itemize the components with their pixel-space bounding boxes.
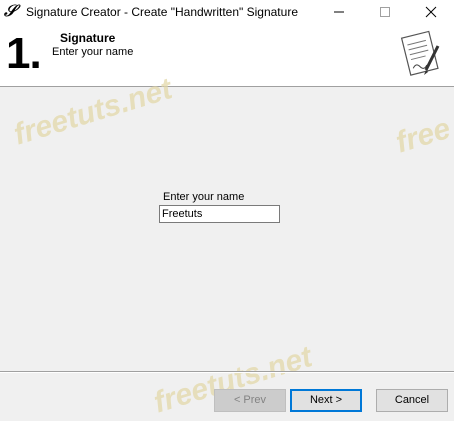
name-label: Enter your name bbox=[163, 191, 245, 203]
step-number: 1. bbox=[6, 29, 42, 78]
prev-button[interactable]: < Prev bbox=[214, 389, 286, 412]
close-button[interactable] bbox=[408, 0, 454, 24]
wizard-header: 1. Signature Enter your name bbox=[0, 24, 454, 87]
next-button[interactable]: Next > bbox=[290, 389, 362, 412]
minimize-button[interactable] bbox=[316, 0, 362, 24]
app-icon: 𝒮 bbox=[4, 1, 17, 20]
minimize-icon bbox=[334, 11, 344, 13]
step-title: Signature bbox=[60, 31, 116, 45]
close-icon bbox=[425, 6, 437, 18]
name-input[interactable] bbox=[159, 205, 280, 223]
maximize-icon bbox=[380, 7, 390, 17]
document-pen-icon bbox=[400, 30, 440, 76]
window-title: Signature Creator - Create "Handwritten"… bbox=[26, 5, 298, 19]
footer-divider bbox=[0, 371, 454, 373]
watermark-text: free bbox=[392, 111, 454, 160]
cancel-button[interactable]: Cancel bbox=[376, 389, 448, 412]
maximize-button[interactable] bbox=[362, 0, 408, 24]
step-subtitle: Enter your name bbox=[52, 46, 134, 58]
title-bar: 𝒮 Signature Creator - Create "Handwritte… bbox=[0, 0, 454, 24]
